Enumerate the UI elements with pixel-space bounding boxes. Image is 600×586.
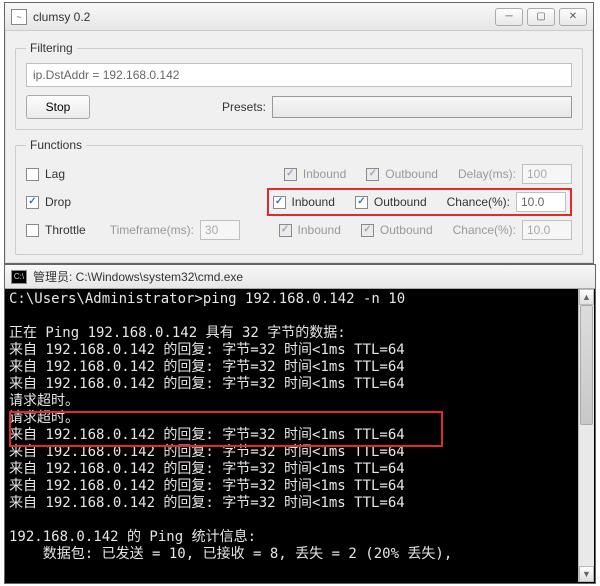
throttle-outbound-checkbox[interactable]: ✓ — [361, 224, 374, 237]
drop-checkbox[interactable]: ✓ — [26, 196, 39, 209]
minimize-button[interactable]: ─ — [495, 8, 523, 26]
lag-param-input[interactable] — [522, 164, 572, 184]
lag-inbound-checkbox[interactable]: ✓ — [284, 168, 297, 181]
cmd-timeout-highlight — [9, 411, 443, 447]
scroll-down-button[interactable]: ▼ — [579, 566, 594, 582]
lag-checkbox[interactable] — [26, 168, 39, 181]
throttle-inbound-checkbox[interactable]: ✓ — [279, 224, 292, 237]
app-icon: ~ — [11, 9, 27, 25]
stop-button[interactable]: Stop — [26, 95, 90, 119]
drop-param-label: Chance(%): — [447, 195, 510, 209]
drop-inbound-checkbox[interactable]: ✓ — [273, 196, 286, 209]
filter-expression-input[interactable] — [26, 63, 572, 87]
filtering-legend: Filtering — [26, 41, 77, 55]
lag-outbound-label: Outbound — [385, 167, 438, 181]
drop-highlight: ✓ Inbound ✓ Outbound Chance(%): — [267, 188, 572, 216]
lag-row: Lag ✓ Inbound ✓ Outbound Delay(ms): — [26, 160, 572, 188]
throttle-param-label: Chance(%): — [453, 223, 516, 237]
lag-label: Lag — [45, 167, 65, 181]
maximize-button[interactable]: ▢ — [527, 8, 555, 26]
cmd-window: C:\ 管理员: C:\Windows\system32\cmd.exe C:\… — [4, 264, 596, 584]
scroll-thumb[interactable] — [580, 305, 593, 425]
drop-outbound-label: Outbound — [374, 195, 427, 209]
close-button[interactable]: ✕ — [559, 8, 587, 26]
throttle-checkbox[interactable] — [26, 224, 39, 237]
presets-select[interactable] — [272, 96, 572, 118]
drop-outbound-checkbox[interactable]: ✓ — [355, 196, 368, 209]
drop-param-input[interactable] — [516, 192, 566, 212]
cmd-scrollbar[interactable]: ▲ ▼ — [578, 289, 594, 582]
titlebar[interactable]: ~ clumsy 0.2 ─ ▢ ✕ — [5, 3, 593, 31]
drop-inbound-label: Inbound — [292, 195, 335, 209]
filtering-group: Filtering Stop Presets: — [15, 41, 583, 130]
throttle-tf-input[interactable] — [200, 220, 240, 240]
throttle-row: Throttle Timeframe(ms): ✓ Inbound ✓ Outb… — [26, 216, 572, 244]
throttle-inbound-label: Inbound — [298, 223, 341, 237]
scroll-track[interactable] — [579, 305, 594, 566]
cmd-titlebar[interactable]: C:\ 管理员: C:\Windows\system32\cmd.exe — [5, 265, 595, 289]
cmd-icon: C:\ — [11, 270, 27, 284]
lag-param-label: Delay(ms): — [458, 167, 516, 181]
clumsy-window: ~ clumsy 0.2 ─ ▢ ✕ Filtering Stop Preset… — [4, 2, 594, 264]
drop-label: Drop — [45, 195, 71, 209]
cmd-title-text: 管理员: C:\Windows\system32\cmd.exe — [33, 268, 243, 285]
throttle-tf-label: Timeframe(ms): — [110, 223, 194, 237]
drop-row: ✓ Drop ✓ Inbound ✓ Outbound Chance(%): — [26, 188, 572, 216]
presets-label: Presets: — [222, 100, 266, 114]
window-title: clumsy 0.2 — [33, 10, 90, 24]
lag-outbound-checkbox[interactable]: ✓ — [366, 168, 379, 181]
throttle-param-input[interactable] — [522, 220, 572, 240]
throttle-label: Throttle — [45, 223, 86, 237]
throttle-outbound-label: Outbound — [380, 223, 433, 237]
functions-group: Functions Lag ✓ Inbound ✓ Outbound Delay… — [15, 138, 583, 255]
scroll-up-button[interactable]: ▲ — [579, 289, 594, 305]
lag-inbound-label: Inbound — [303, 167, 346, 181]
client-area: Filtering Stop Presets: Functions Lag ✓ … — [5, 31, 593, 273]
functions-legend: Functions — [26, 138, 86, 152]
